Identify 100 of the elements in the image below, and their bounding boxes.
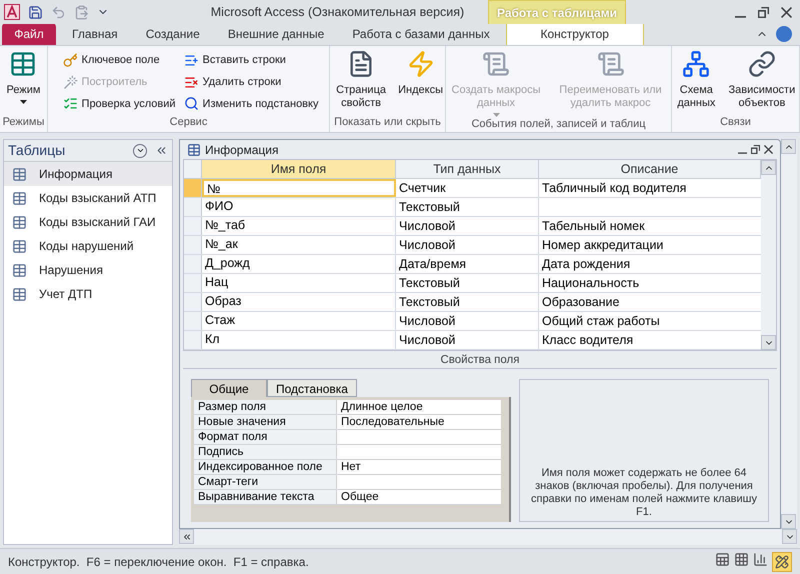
- restore-icon[interactable]: [758, 6, 769, 18]
- table-cell[interactable]: Дата рождения: [539, 255, 761, 273]
- table-icon: [12, 286, 27, 302]
- restore-icon[interactable]: [751, 145, 760, 154]
- property-value[interactable]: Последовательные: [337, 415, 501, 429]
- property-value[interactable]: Длинное целое: [337, 400, 501, 414]
- ribbon-button[interactable]: Страница свойств: [330, 50, 392, 115]
- collapse-pane-icon: [155, 144, 168, 157]
- table-cell[interactable]: ФИО: [202, 198, 396, 216]
- table-cell[interactable]: Текстовый: [396, 198, 539, 216]
- save-icon: [28, 4, 43, 20]
- row-selector[interactable]: [184, 179, 202, 197]
- design-view-icon[interactable]: [772, 552, 792, 572]
- property-name: Подпись: [194, 445, 337, 459]
- ribbon-tab[interactable]: Создание: [134, 23, 212, 45]
- scrollbar[interactable]: [761, 160, 776, 350]
- value-field[interactable]: [337, 475, 501, 489]
- help-text: Имя поля может содержать не более 64 знаков (включая пробелы). Для получения справки по именам полей нажмите клавишу F1.: [530, 467, 758, 519]
- nav-item[interactable]: Учет ДТП: [4, 282, 172, 306]
- window-title: Информация: [205, 142, 280, 158]
- ribbon-button[interactable]: Зависимости объектов: [724, 50, 799, 115]
- ribbon-button[interactable]: Проверка условий: [62, 93, 176, 114]
- access-logo-icon: [4, 4, 20, 20]
- group-label: Сервис: [168, 115, 208, 130]
- table-cell[interactable]: Общий стаж работы: [539, 312, 761, 330]
- ribbon-tab[interactable]: Главная: [60, 23, 130, 45]
- row-selector[interactable]: [184, 274, 202, 292]
- column-header[interactable]: Имя поля: [202, 160, 396, 178]
- section-label: Свойства поля: [183, 351, 777, 369]
- arrow-icon: [182, 532, 192, 542]
- property-name: Смарт-теги: [194, 475, 337, 489]
- ribbon-button[interactable]: Вставить строки: [184, 50, 318, 71]
- table-cell[interactable]: Кл: [202, 331, 396, 349]
- property-value[interactable]: Общее: [337, 490, 501, 504]
- row-selector[interactable]: [184, 312, 202, 330]
- nav-item[interactable]: Коды нарушений: [4, 234, 172, 258]
- close-icon[interactable]: [781, 6, 792, 18]
- row-selector[interactable]: [184, 293, 202, 311]
- value-field[interactable]: [337, 430, 501, 444]
- table-cell[interactable]: Числовой: [396, 331, 539, 349]
- pivot-table-icon: [734, 552, 749, 566]
- value-field[interactable]: [337, 445, 501, 459]
- table-cell[interactable]: Образ: [202, 293, 396, 311]
- table-cell[interactable]: Числовой: [396, 312, 539, 330]
- row-selector[interactable]: [184, 236, 202, 254]
- nav-item[interactable]: Информация: [4, 162, 172, 186]
- property-tab[interactable]: Подстановка: [267, 379, 357, 397]
- row-selector[interactable]: [184, 198, 202, 216]
- table-cell[interactable]: Текстовый: [396, 293, 539, 311]
- table-cell[interactable]: Счетчик: [396, 179, 539, 197]
- row-selector[interactable]: [184, 255, 202, 273]
- nav-item[interactable]: Коды взысканий АТП: [4, 186, 172, 210]
- table-cell[interactable]: №_ак: [202, 236, 396, 254]
- ribbon-button[interactable]: Изменить подстановку: [184, 93, 318, 114]
- nav-item[interactable]: Коды взысканий ГАИ: [4, 210, 172, 234]
- ribbon-button[interactable]: Режим: [4, 50, 42, 115]
- status-text: Конструктор. F6 = переключение окон. F1 = справка.: [8, 554, 310, 570]
- table-cell[interactable]: №_таб: [202, 217, 396, 235]
- ribbon-tab[interactable]: Работа с базами данных: [340, 23, 502, 45]
- dropdown-icon[interactable]: [133, 144, 147, 158]
- scrollbar[interactable]: [179, 529, 797, 545]
- table-cell[interactable]: Нац: [202, 274, 396, 292]
- close-icon[interactable]: [764, 145, 773, 154]
- table-cell[interactable]: Класс водителя: [539, 331, 761, 349]
- table-cell[interactable]: Числовой: [396, 236, 539, 254]
- table-icon: [9, 50, 38, 78]
- nav-item[interactable]: Нарушения: [4, 258, 172, 282]
- property-tab[interactable]: Общие: [191, 379, 267, 397]
- row-selector[interactable]: [184, 217, 202, 235]
- ribbon-tab[interactable]: Внешние данные: [216, 23, 336, 45]
- group-label: События полей, записей и таблиц: [470, 117, 647, 132]
- column-header[interactable]: Тип данных: [396, 160, 539, 178]
- table-cell[interactable]: Текстовый: [396, 274, 539, 292]
- group-label: Режимы: [2, 115, 46, 130]
- table-cell[interactable]: Табельный номек: [539, 217, 761, 235]
- magnifier-icon: [184, 96, 199, 112]
- ribbon-button[interactable]: Ключевое поле: [62, 50, 176, 71]
- window-title: Microsoft Access (Ознакомительная версия): [210, 4, 466, 21]
- ribbon-button[interactable]: Индексы: [396, 50, 445, 115]
- undo-icon: [51, 4, 66, 20]
- table-icon: [12, 166, 27, 182]
- group-label: Показать или скрыть: [333, 115, 442, 130]
- property-name: Новые значения: [194, 415, 337, 429]
- ribbon-button[interactable]: Удалить строки: [184, 72, 318, 93]
- row-selector[interactable]: [184, 331, 202, 349]
- table-cell[interactable]: Стаж: [202, 312, 396, 330]
- ribbon-button[interactable]: Схема данных: [672, 50, 721, 115]
- table-icon: [12, 190, 27, 206]
- table-cell[interactable]: Табличный код водителя: [539, 179, 761, 197]
- table-cell[interactable]: Номер аккредитации: [539, 236, 761, 254]
- scrollbar[interactable]: [781, 139, 797, 529]
- property-value[interactable]: Нет: [337, 460, 501, 474]
- table-cell[interactable]: Дата/время: [396, 255, 539, 273]
- ribbon-tab[interactable]: Файл: [2, 23, 56, 45]
- table-cell[interactable]: №: [202, 179, 396, 197]
- ribbon-tab[interactable]: Конструктор: [506, 22, 644, 45]
- table-cell[interactable]: Национальность: [539, 274, 761, 292]
- table-cell[interactable]: Д_рожд: [202, 255, 396, 273]
- table-cell[interactable]: Образование: [539, 293, 761, 311]
- table-cell[interactable]: Числовой: [396, 217, 539, 235]
